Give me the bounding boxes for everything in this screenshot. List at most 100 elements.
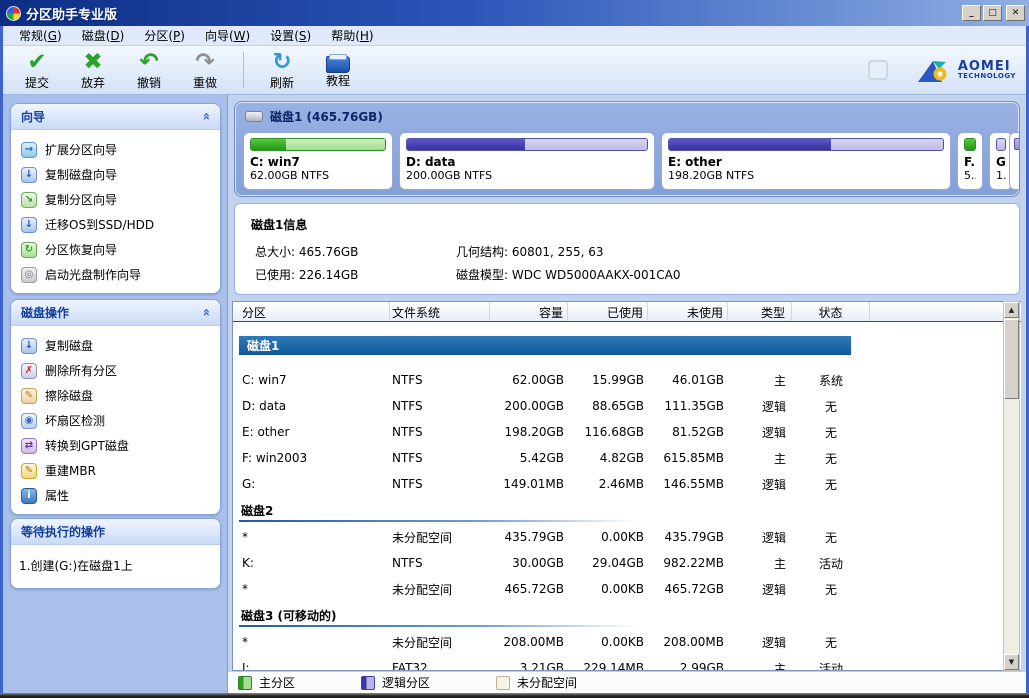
toolbar-button-discard-cross[interactable]: ✖放弃 (65, 46, 121, 94)
partition-size: 62.00GB NTFS (250, 169, 386, 182)
sidebar-item[interactable]: ↓复制磁盘 (21, 333, 216, 358)
sidebar-item[interactable]: ✎擦除磁盘 (21, 383, 216, 408)
sidebar-item[interactable]: ↻分区恢复向导 (21, 237, 216, 262)
undo-arrow-icon: ↶ (139, 49, 158, 75)
toolbar-button-undo-arrow[interactable]: ↶撤销 (121, 46, 177, 94)
toolbar-button-tutorial-book[interactable]: 教程 (310, 46, 366, 94)
toolbar-button-refresh[interactable]: ↻刷新 (254, 46, 310, 94)
table-body: 磁盘1 C: win7NTFS62.00GB15.99GB46.01GB主系统D:… (233, 322, 1021, 671)
column-header[interactable]: 分区 (233, 302, 390, 321)
sidebar-item[interactable]: ✗删除所有分区 (21, 358, 216, 383)
collapse-chevron-icon[interactable]: « (198, 308, 213, 316)
menu-item-h[interactable]: 帮助(H) (321, 25, 383, 46)
column-header[interactable]: 已使用 (568, 302, 648, 321)
table-row[interactable]: *未分配空间435.79GB0.00KB435.79GB逻辑无 (233, 524, 1021, 550)
table-cell: * (233, 629, 390, 655)
partition-usage-bar (996, 138, 1006, 151)
rebuild-mbr-icon: ✎ (21, 463, 37, 479)
sidebar-item[interactable]: ↓复制磁盘向导 (21, 162, 216, 187)
sidebar-item[interactable]: ◎启动光盘制作向导 (21, 262, 216, 287)
table-cell: 435.79GB (490, 524, 568, 550)
disk-info-panel: 磁盘1信息 总大小: 465.76GB 已使用: 226.14GB 几何结构: (234, 203, 1020, 295)
scrollbar-thumb[interactable] (1004, 319, 1019, 399)
toolbar-button-label: 重做 (193, 74, 217, 91)
menu-item-d[interactable]: 磁盘(D) (72, 25, 135, 46)
partition-box[interactable]: D: data200.00GB NTFS (399, 132, 655, 190)
copy-partition-wizard-icon: ↘ (21, 192, 37, 208)
table-cell: 无 (792, 471, 870, 497)
panel-wizard-header[interactable]: 向导 « (11, 104, 220, 130)
table-row[interactable]: D: dataNTFS200.00GB88.65GB111.35GB逻辑无 (233, 393, 1021, 419)
panel-disk-operations-header[interactable]: 磁盘操作 « (11, 300, 220, 326)
sidebar-item[interactable]: ◉坏扇区检测 (21, 408, 216, 433)
table-cell: 46.01GB (648, 367, 728, 393)
toolbar-button-redo-arrow[interactable]: ↷重做 (177, 46, 233, 94)
toolbar-separator (243, 52, 244, 88)
table-cell: FAT32 (390, 655, 490, 671)
partition-box[interactable]: C: win762.00GB NTFS (243, 132, 393, 190)
disk-group-header-selected[interactable]: 磁盘1 (239, 336, 851, 355)
table-row[interactable]: I:FAT323.21GB229.14MB2.99GB主活动 (233, 655, 1021, 671)
title-bar: 分区助手专业版 _ □ ✕ (0, 0, 1029, 26)
maximize-button[interactable]: □ (983, 5, 1002, 21)
column-header[interactable]: 未使用 (648, 302, 728, 321)
group-underline (239, 625, 639, 627)
table-row[interactable]: K:NTFS30.00GB29.04GB982.22MB主活动 (233, 550, 1021, 576)
close-button[interactable]: ✕ (1006, 5, 1025, 21)
column-header[interactable]: 容量 (490, 302, 568, 321)
toolbar: ✔提交✖放弃↶撤销↷重做↻刷新教程 AOMEI TECHNOLOGY (3, 46, 1026, 95)
menu-item-w[interactable]: 向导(W) (195, 25, 260, 46)
table-row[interactable]: F: win2003NTFS5.42GB4.82GB615.85MB主无 (233, 445, 1021, 471)
partition-box[interactable]: E: other198.20GB NTFS (661, 132, 951, 190)
table-cell: 62.00GB (490, 367, 568, 393)
logo-name: AOMEI (958, 60, 1016, 74)
table-row[interactable]: G:NTFS149.01MB2.46MB146.55MB逻辑无 (233, 471, 1021, 497)
menu-bar: 常规(G)磁盘(D)分区(P)向导(W)设置(S)帮助(H) (3, 26, 1026, 46)
column-header[interactable]: 状态 (792, 302, 870, 321)
sidebar-item[interactable]: ↓迁移OS到SSD/HDD (21, 212, 216, 237)
sidebar-item[interactable]: →扩展分区向导 (21, 137, 216, 162)
minimize-button[interactable]: _ (962, 5, 981, 21)
panel-title: 等待执行的操作 (21, 523, 210, 540)
table-scrollbar[interactable]: ▲ ▼ (1003, 301, 1020, 671)
partition-usage-bar (406, 138, 648, 151)
partition-recovery-icon: ↻ (21, 242, 37, 258)
table-cell: 逻辑 (728, 629, 792, 655)
menu-item-g[interactable]: 常规(G) (9, 25, 72, 46)
collapse-chevron-icon[interactable]: « (198, 112, 213, 120)
table-cell: 149.01MB (490, 471, 568, 497)
partition-used-fill (669, 139, 831, 150)
panel-pending-operations-items: 1.创建(G:)在磁盘1上 (11, 545, 220, 588)
table-cell: NTFS (390, 367, 490, 393)
legend-item: 未分配空间 (496, 674, 577, 691)
table-row[interactable]: *未分配空间465.72GB0.00KB465.72GB逻辑无 (233, 576, 1021, 602)
sidebar: 向导 « →扩展分区向导↓复制磁盘向导↘复制分区向导↓迁移OS到SSD/HDD↻… (3, 95, 228, 693)
sidebar-item[interactable]: ✎重建MBR (21, 458, 216, 483)
table-row[interactable]: *未分配空间208.00MB0.00KB208.00MB逻辑无 (233, 629, 1021, 655)
sidebar-item[interactable]: ⇄ 转换到GPT磁盘 (21, 433, 216, 458)
table-row[interactable]: C: win7NTFS62.00GB15.99GB46.01GB主系统 (233, 367, 1021, 393)
disk-info-title: 磁盘1信息 (251, 216, 1019, 233)
sidebar-item[interactable]: i属性 (21, 483, 216, 508)
scroll-up-icon[interactable]: ▲ (1004, 302, 1019, 318)
table-cell: 逻辑 (728, 419, 792, 445)
scroll-down-icon[interactable]: ▼ (1004, 654, 1019, 670)
partition-box[interactable]: F...5.. (957, 132, 983, 190)
menu-item-p[interactable]: 分区(P) (134, 25, 195, 46)
tutorial-book-icon (326, 56, 350, 73)
convert-gpt-icon: ⇄ (21, 438, 37, 454)
table-row[interactable]: E: otherNTFS198.20GB116.68GB81.52GB逻辑无 (233, 419, 1021, 445)
partition-usage-bar (964, 138, 976, 151)
legend-label: 未分配空间 (517, 674, 577, 691)
table-cell: 无 (792, 629, 870, 655)
column-header[interactable]: 类型 (728, 302, 792, 321)
disk-group-header[interactable]: 磁盘3 (可移动的) (239, 606, 851, 625)
menu-item-s[interactable]: 设置(S) (260, 25, 321, 46)
sidebar-item[interactable]: 1.创建(G:)在磁盘1上 (19, 553, 214, 578)
sidebar-item[interactable]: ↘复制分区向导 (21, 187, 216, 212)
value: 465.76GB (299, 245, 359, 259)
column-header[interactable]: 文件系统 (390, 302, 490, 321)
toolbar-button-commit-check[interactable]: ✔提交 (9, 46, 65, 94)
disk-group-header[interactable]: 磁盘2 (239, 501, 851, 520)
sidebar-item-label: 转换到GPT磁盘 (45, 437, 129, 454)
